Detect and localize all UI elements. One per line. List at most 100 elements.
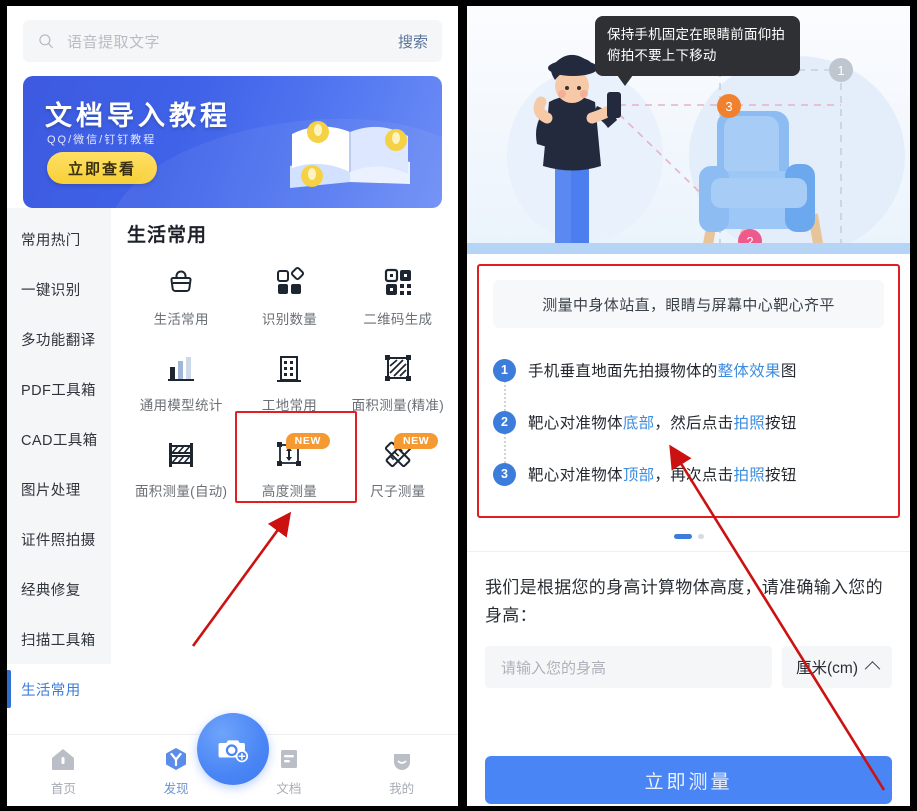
- sidebar-item-0[interactable]: 常用热门: [7, 214, 111, 264]
- height-input-row: 请输入您的身高 厘米(cm): [485, 646, 892, 689]
- tool-tile-label: 尺子测量: [370, 483, 426, 499]
- tab-3[interactable]: 我的: [345, 735, 458, 797]
- screenshot-root: 语音提取文字 搜索 文档导入教程 QQ/微信/钉钉教程 立即查看 常用热门 一键…: [0, 0, 917, 811]
- tool-tile-8[interactable]: 尺子测量 NEW: [344, 425, 452, 511]
- tool-tile-6[interactable]: 面积测量(自动): [127, 425, 235, 511]
- step-number: 2: [493, 410, 516, 434]
- tab-0[interactable]: 首页: [7, 735, 120, 797]
- step-number: 1: [493, 358, 516, 382]
- sidebar-item-8[interactable]: 扫描工具箱: [7, 614, 111, 664]
- search-bar[interactable]: 语音提取文字 搜索: [23, 20, 442, 62]
- sidebar-item-6[interactable]: 证件照拍摄: [7, 514, 111, 564]
- banner-title: 文档导入教程: [45, 101, 231, 131]
- sidebar-item-label: 经典修复: [21, 582, 81, 599]
- tool-tile-label: 生活常用: [153, 311, 209, 327]
- new-badge: NEW: [285, 433, 330, 449]
- bottom-tabbar[interactable]: 首页 发现 文档 我的: [7, 713, 458, 806]
- step-text: 靶心对准物体顶部，再次点击拍照按钮: [528, 467, 797, 484]
- tool-tile-5[interactable]: 面积测量(精准): [344, 339, 452, 425]
- page-dot-active[interactable]: [673, 534, 692, 539]
- tool-tile-4[interactable]: 工地常用: [235, 339, 343, 425]
- tool-tile-label: 二维码生成: [363, 311, 433, 327]
- count-shapes-icon: [272, 265, 306, 299]
- tool-tile-1[interactable]: 识别数量: [235, 253, 343, 339]
- sidebar-item-9[interactable]: 生活常用: [7, 664, 111, 714]
- sidebar-item-5[interactable]: 图片处理: [7, 464, 111, 514]
- tab-label: 发现: [163, 782, 189, 796]
- banner-cta-button[interactable]: 立即查看: [47, 152, 157, 184]
- tool-tile-label: 面积测量(精准): [351, 397, 445, 413]
- basket-icon: [164, 265, 198, 299]
- tool-tile-label: 面积测量(自动): [134, 483, 228, 499]
- unit-label: 厘米(cm): [796, 660, 858, 678]
- promo-banner[interactable]: 文档导入教程 QQ/微信/钉钉教程 立即查看: [23, 76, 442, 208]
- home-icon: [50, 746, 76, 772]
- search-button[interactable]: 搜索: [398, 31, 428, 52]
- height-input[interactable]: 请输入您的身高: [485, 646, 772, 689]
- area-hatch-icon: [381, 351, 415, 385]
- chevron-up-icon: [864, 660, 881, 677]
- building-icon: [272, 351, 306, 385]
- tab-label: 我的: [389, 782, 415, 796]
- unit-selector[interactable]: 厘米(cm): [782, 646, 892, 689]
- svg-text:1: 1: [837, 63, 844, 78]
- tool-tile-2[interactable]: 二维码生成: [344, 253, 452, 339]
- measure-now-button[interactable]: 立即测量: [485, 756, 892, 804]
- sidebar-item-label: CAD工具箱: [21, 432, 98, 449]
- tool-grid[interactable]: 生活常用 识别数量 二维码生成通用模型统计 工地常用 面积测量(精准) 面积测量(自动) 高…: [127, 253, 452, 511]
- tool-tile-label: 通用模型统计: [139, 397, 223, 413]
- tab-label: 文档: [276, 782, 302, 796]
- sidebar-item-label: 扫描工具箱: [21, 632, 96, 649]
- qrcode-icon: [381, 265, 415, 299]
- area-fence-icon: [164, 437, 198, 471]
- tool-grid-area: 生活常用 生活常用 识别数量 二维码生成通用模型统计 工地常用 面积测量(精准) 面积测量…: [111, 208, 458, 708]
- illustration-floor: [467, 243, 910, 254]
- document-icon: [276, 746, 302, 772]
- page-indicator[interactable]: [467, 518, 910, 551]
- sidebar-item-7[interactable]: 经典修复: [7, 564, 111, 614]
- category-sidebar[interactable]: 常用热门一键识别多功能翻译 PDF工具箱 CAD工具箱 图片处理证件照拍摄经典修复扫描…: [7, 208, 111, 714]
- right-phone-screen: 1 2 3 保持手机固定在眼睛前面仰拍俯拍不要上下移动 测量中身体站直，眼睛与屏…: [467, 6, 910, 806]
- step-number: 3: [493, 462, 516, 486]
- sidebar-item-2[interactable]: 多功能翻译: [7, 314, 111, 364]
- measure-illustration: 1 2 3 保持手机固定在眼睛前面仰拍俯拍不要上下移动: [467, 6, 910, 254]
- sidebar-item-label: 常用热门: [21, 232, 81, 249]
- tool-tile-label: 识别数量: [261, 311, 318, 327]
- left-phone-screen: 语音提取文字 搜索 文档导入教程 QQ/微信/钉钉教程 立即查看 常用热门 一键…: [7, 6, 458, 806]
- open-book-icon: [290, 121, 410, 188]
- bar-chart-icon: [164, 351, 198, 385]
- tool-tile-3[interactable]: 通用模型统计: [127, 339, 235, 425]
- guide-steps: 1 手机垂直地面先拍摄物体的整体效果图 2 靶心对准物体底部，然后点击拍照按钮 3 靶心对…: [493, 344, 884, 500]
- sidebar-item-label: 多功能翻译: [21, 332, 96, 349]
- svg-text:3: 3: [725, 99, 732, 114]
- illustration-tooltip: 保持手机固定在眼睛前面仰拍俯拍不要上下移动: [595, 16, 800, 86]
- sidebar-item-3[interactable]: PDF工具箱: [7, 364, 111, 414]
- sidebar-item-label: 图片处理: [21, 482, 81, 499]
- page-dot[interactable]: [697, 534, 704, 539]
- guide-headline: 测量中身体站直，眼睛与屏幕中心靶心齐平: [493, 280, 884, 328]
- guide-highlight-box: 测量中身体站直，眼睛与屏幕中心靶心齐平 1 手机垂直地面先拍摄物体的整体效果图 2 靶…: [477, 264, 900, 518]
- search-input[interactable]: 语音提取文字: [67, 31, 386, 52]
- sidebar-item-label: 证件照拍摄: [21, 532, 96, 549]
- banner-subtitle: QQ/微信/钉钉教程: [47, 134, 157, 146]
- height-input-section: 我们是根据您的身高计算物体高度，请准确输入您的身高： 请输入您的身高 厘米(cm…: [467, 551, 910, 689]
- new-badge: NEW: [393, 433, 439, 449]
- tool-tile-0[interactable]: 生活常用: [127, 253, 235, 339]
- sidebar-item-1[interactable]: 一键识别: [7, 264, 111, 314]
- search-icon: [39, 34, 53, 49]
- camera-fab-button[interactable]: [196, 713, 269, 785]
- sidebar-item-4[interactable]: CAD工具箱: [7, 414, 111, 464]
- tab-label: 首页: [50, 782, 76, 796]
- tool-tile-7[interactable]: 高度测量 NEW: [235, 425, 343, 511]
- search-section: 语音提取文字 搜索: [7, 6, 458, 70]
- step-text: 靶心对准物体底部，然后点击拍照按钮: [528, 415, 797, 432]
- sidebar-item-label: 一键识别: [21, 282, 81, 299]
- guide-step-1: 1 手机垂直地面先拍摄物体的整体效果图: [493, 344, 884, 396]
- height-question: 我们是根据您的身高计算物体高度，请准确输入您的身高：: [485, 578, 883, 626]
- step-text: 手机垂直地面先拍摄物体的整体效果图: [528, 363, 797, 380]
- guide-step-2: 2 靶心对准物体底部，然后点击拍照按钮: [493, 396, 884, 448]
- profile-icon: [389, 746, 415, 772]
- tool-tile-label: 工地常用: [261, 397, 318, 413]
- tool-tile-label: 高度测量: [261, 483, 318, 499]
- sidebar-item-label: PDF工具箱: [21, 382, 96, 399]
